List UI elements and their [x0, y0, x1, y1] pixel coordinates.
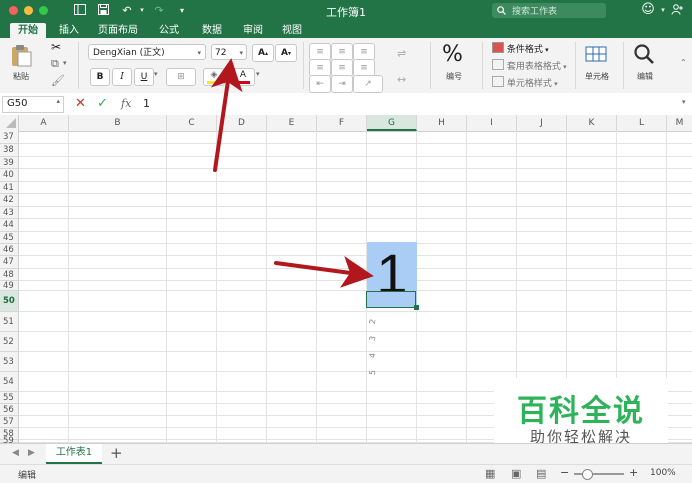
sheet-tab-bar: ◀ ▶ 工作表1 +: [0, 443, 692, 465]
status-mode: 编辑: [18, 471, 37, 481]
arrow-to-font-size: [210, 58, 243, 172]
watermark: 百科全说 助你轻松解决: [494, 378, 668, 450]
next-sheet-icon[interactable]: ▶: [28, 448, 35, 458]
zoom-in-button[interactable]: +: [629, 466, 638, 479]
add-sheet-icon[interactable]: +: [110, 444, 123, 462]
watermark-title: 百科全说: [517, 394, 645, 429]
arrow-to-cell: [274, 256, 374, 288]
zoom-slider-thumb[interactable]: [582, 469, 593, 480]
page-break-view-icon[interactable]: ▤: [536, 467, 546, 480]
zoom-level: 100%: [650, 468, 676, 478]
status-bar: 编辑 ▦ ▣ ▤ − + 100%: [0, 464, 692, 483]
page-layout-view-icon[interactable]: ▣: [511, 467, 521, 480]
normal-view-icon[interactable]: ▦: [485, 467, 495, 480]
sheet-tab[interactable]: 工作表1: [46, 444, 102, 464]
prev-sheet-icon[interactable]: ◀: [12, 448, 19, 458]
zoom-out-button[interactable]: −: [560, 466, 569, 479]
